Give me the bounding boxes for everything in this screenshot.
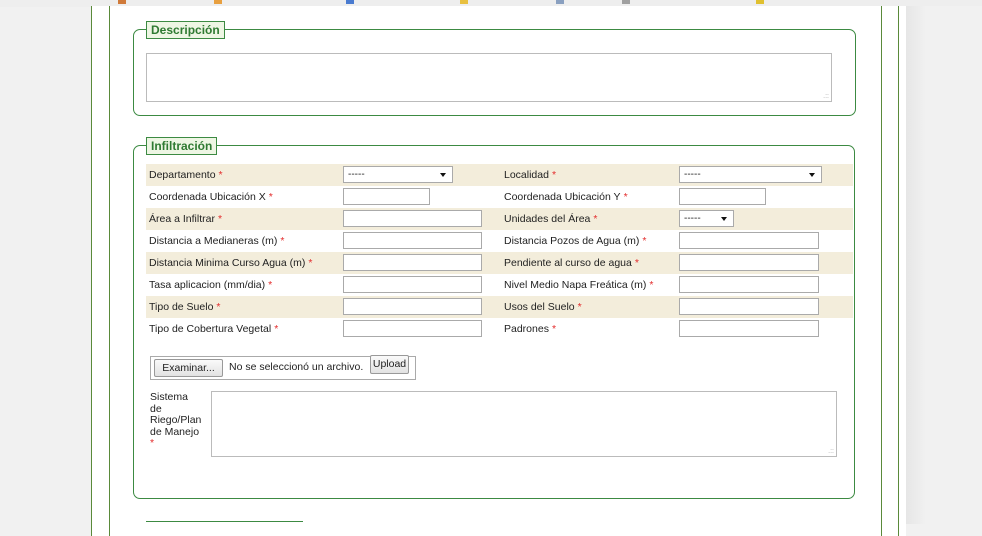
page-border-right-outer [898, 6, 899, 536]
padrones-input[interactable] [679, 320, 819, 337]
sistema-riego-textarea[interactable]: .:: [211, 391, 837, 457]
upload-button[interactable]: Upload [370, 355, 409, 374]
departamento-label: Departamento * [149, 169, 223, 181]
distancia-pozos-input[interactable] [679, 232, 819, 249]
chevron-down-icon [440, 173, 446, 177]
coordenada-x-input[interactable] [343, 188, 430, 205]
usos-suelo-label: Usos del Suelo * [504, 301, 582, 313]
descripcion-fieldset: Descripción .:: [133, 21, 856, 116]
localidad-select[interactable]: ----- [679, 166, 822, 183]
form-row-area: Área a Infiltrar * Unidades del Área * ---… [146, 208, 853, 230]
toolbar-icon [622, 0, 630, 4]
toolbar-icon [118, 0, 126, 4]
descripcion-textarea[interactable]: .:: [146, 53, 832, 102]
file-status-text: No se seleccionó un archivo. [229, 361, 364, 373]
tipo-suelo-input[interactable] [343, 298, 482, 315]
toolbar-icon [346, 0, 354, 4]
area-infiltrar-input[interactable] [343, 210, 482, 227]
resize-grip-icon[interactable]: .:: [828, 448, 834, 455]
distancia-curso-agua-label: Distancia Minima Curso Agua (m) * [149, 257, 313, 269]
form-row-suelo: Tipo de Suelo * Usos del Suelo * [146, 296, 853, 318]
form-row-cobertura: Tipo de Cobertura Vegetal * Padrones * [146, 318, 853, 340]
form-row-distancias: Distancia a Medianeras (m) * Distancia Po… [146, 230, 853, 252]
unidades-area-label: Unidades del Área * [504, 213, 598, 225]
form-row-coordenadas: Coordenada Ubicación X * Coordenada Ubica… [146, 186, 853, 208]
next-fieldset-legend-edge [146, 521, 303, 525]
padrones-label: Padrones * [504, 323, 557, 335]
toolbar-icon [556, 0, 564, 4]
distancia-pozos-label: Distancia Pozos de Agua (m) * [504, 235, 647, 247]
toolbar-icon [214, 0, 222, 4]
chevron-down-icon [809, 173, 815, 177]
cobertura-vegetal-input[interactable] [343, 320, 482, 337]
coordenada-x-label: Coordenada Ubicación X * [149, 191, 273, 203]
infiltracion-fieldset: Infiltración Departamento * ----- Localid… [133, 137, 855, 499]
distancia-curso-agua-input[interactable] [343, 254, 482, 271]
area-infiltrar-label: Área a Infiltrar * [149, 213, 223, 225]
form-row-departamento: Departamento * ----- Localidad * ----- [146, 164, 853, 186]
tipo-suelo-label: Tipo de Suelo * [149, 301, 221, 313]
toolbar-icon [756, 0, 764, 4]
pendiente-label: Pendiente al curso de agua * [504, 257, 639, 269]
pendiente-input[interactable] [679, 254, 819, 271]
form-row-curso-agua: Distancia Minima Curso Agua (m) * Pendien… [146, 252, 853, 274]
unidades-area-select[interactable]: ----- [679, 210, 734, 227]
infiltracion-legend: Infiltración [146, 137, 218, 155]
departamento-select[interactable]: ----- [343, 166, 453, 183]
usos-suelo-input[interactable] [679, 298, 819, 315]
page-border-left-outer [91, 6, 92, 536]
examinar-button[interactable]: Examinar... [154, 359, 223, 377]
coordenada-y-input[interactable] [679, 188, 766, 205]
chevron-down-icon [721, 217, 727, 221]
form-row-tasa: Tasa aplicacion (mm/dia) * Nivel Medio Na… [146, 274, 853, 296]
distancia-medianeras-label: Distancia a Medianeras (m) * [149, 235, 285, 247]
toolbar-icon [460, 0, 468, 4]
descripcion-legend: Descripción [146, 21, 225, 39]
resize-grip-icon[interactable]: .:: [823, 93, 829, 100]
page-border-right-inner [881, 6, 882, 536]
page-border-left-inner [109, 6, 110, 536]
nivel-napa-label: Nivel Medio Napa Freática (m) * [504, 279, 654, 291]
sistema-riego-label: Sistema de Riego/Plan de Manejo * [150, 391, 202, 449]
coordenada-y-label: Coordenada Ubicación Y * [504, 191, 628, 203]
tasa-aplicacion-label: Tasa aplicacion (mm/dia) * [149, 279, 273, 291]
page-shadow [906, 6, 982, 524]
nivel-napa-input[interactable] [679, 276, 819, 293]
cobertura-vegetal-label: Tipo de Cobertura Vegetal * [149, 323, 279, 335]
tasa-aplicacion-input[interactable] [343, 276, 482, 293]
distancia-medianeras-input[interactable] [343, 232, 482, 249]
localidad-label: Localidad * [504, 169, 557, 181]
